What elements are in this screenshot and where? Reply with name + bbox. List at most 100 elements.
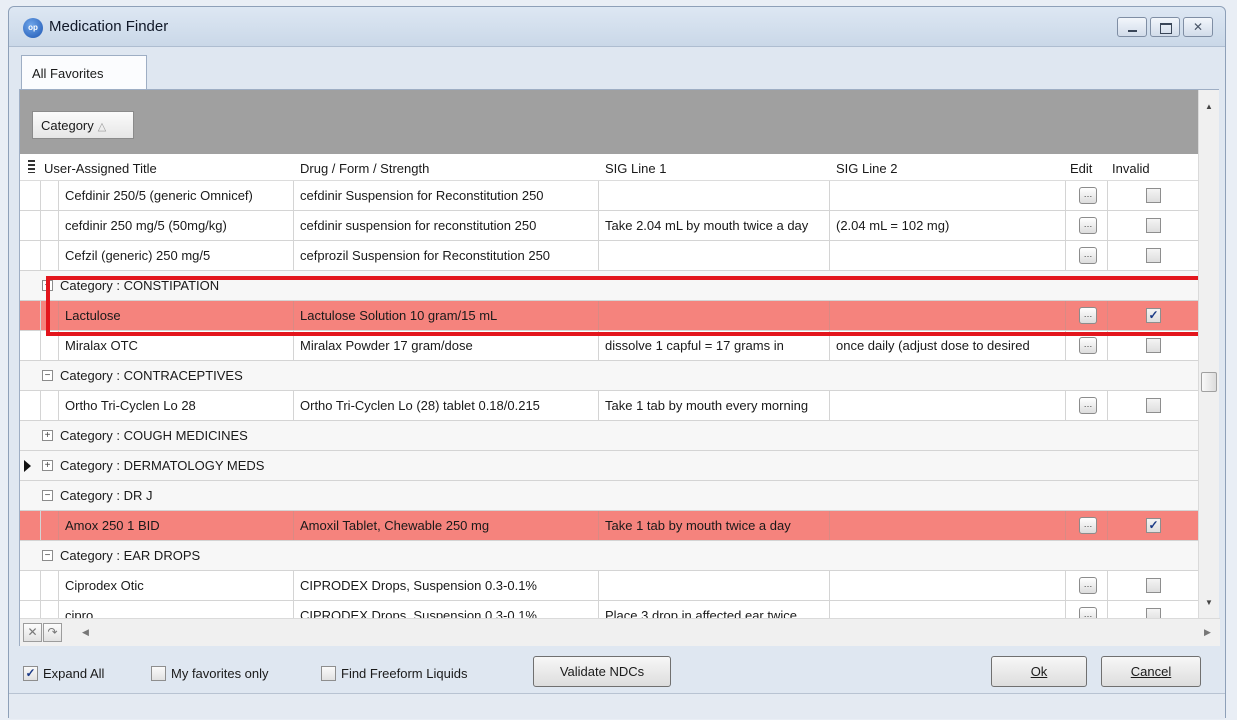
expand-group-icon[interactable]: + bbox=[42, 460, 53, 471]
my-favorites-only-check[interactable] bbox=[151, 665, 166, 681]
expand-all-checkbox[interactable]: ✓ Expand All bbox=[23, 663, 104, 683]
invalid-checkbox[interactable] bbox=[1146, 578, 1161, 593]
header-sig-line-1[interactable]: SIG Line 1 bbox=[605, 161, 666, 176]
collapse-group-icon[interactable]: − bbox=[42, 550, 53, 561]
header-invalid[interactable]: Invalid bbox=[1112, 161, 1150, 176]
invalid-checkbox[interactable] bbox=[1146, 248, 1161, 263]
sig-line-2-cell[interactable] bbox=[829, 571, 1065, 600]
cancel-button[interactable]: Cancel bbox=[1101, 656, 1201, 687]
ok-button[interactable]: Ok bbox=[991, 656, 1087, 687]
sig-line-2-cell[interactable] bbox=[829, 601, 1065, 618]
sig-line-1-cell[interactable] bbox=[598, 241, 829, 270]
expand-group-icon[interactable]: + bbox=[42, 430, 53, 441]
drug-cell[interactable]: CIPRODEX Drops, Suspension 0.3-0.1% bbox=[293, 571, 598, 600]
medication-row[interactable]: Ortho Tri-Cyclen Lo 28 Ortho Tri-Cyclen L… bbox=[20, 391, 1198, 421]
sig-line-2-cell[interactable]: once daily (adjust dose to desired bbox=[829, 331, 1065, 360]
invalid-checkbox[interactable] bbox=[1146, 218, 1161, 233]
header-user-assigned-title[interactable]: User-Assigned Title bbox=[44, 161, 157, 176]
title-cell[interactable]: cefdinir 250 mg/5 (50mg/kg) bbox=[58, 211, 293, 240]
sig-line-1-cell[interactable] bbox=[598, 181, 829, 210]
medication-row[interactable]: cefdinir 250 mg/5 (50mg/kg) cefdinir susp… bbox=[20, 211, 1198, 241]
sig-line-2-cell[interactable]: (2.04 mL = 102 mg) bbox=[829, 211, 1065, 240]
scroll-down-arrow-icon[interactable]: ▼ bbox=[1205, 598, 1213, 607]
title-cell[interactable]: cipro bbox=[58, 601, 293, 618]
vertical-scrollbar[interactable]: ▲ ▼ bbox=[1198, 90, 1219, 618]
column-chooser-icon[interactable] bbox=[28, 160, 35, 173]
drug-cell[interactable]: CIPRODEX Drops, Suspension 0.3-0.1% bbox=[293, 601, 598, 618]
title-cell[interactable]: Miralax OTC bbox=[58, 331, 293, 360]
title-cell[interactable]: Cefdinir 250/5 (generic Omnicef) bbox=[58, 181, 293, 210]
invalid-checkbox[interactable]: ✓ bbox=[1146, 308, 1161, 323]
title-cell[interactable]: Amox 250 1 BID bbox=[58, 511, 293, 540]
category-group-row[interactable]: − Category : CONTRACEPTIVES bbox=[20, 361, 1198, 391]
edit-ellipsis-button[interactable]: … bbox=[1079, 337, 1097, 354]
edit-ellipsis-button[interactable]: … bbox=[1079, 607, 1097, 618]
sig-line-2-cell[interactable] bbox=[829, 181, 1065, 210]
scroll-right-arrow-icon[interactable]: ▶ bbox=[1204, 627, 1211, 638]
header-edit[interactable]: Edit bbox=[1070, 161, 1092, 176]
invalid-checkbox[interactable] bbox=[1146, 398, 1161, 413]
sig-line-1-cell[interactable]: Place 3 drop in affected ear twice bbox=[598, 601, 829, 618]
title-cell[interactable]: Lactulose bbox=[58, 301, 293, 330]
medication-row[interactable]: Cefzil (generic) 250 mg/5 cefprozil Suspe… bbox=[20, 241, 1198, 271]
drug-cell[interactable]: cefdinir suspension for reconstitution 2… bbox=[293, 211, 598, 240]
sig-line-1-cell[interactable]: Take 2.04 mL by mouth twice a day bbox=[598, 211, 829, 240]
collapse-group-icon[interactable]: − bbox=[42, 280, 53, 291]
edit-ellipsis-button[interactable]: … bbox=[1079, 307, 1097, 324]
clear-filter-icon[interactable]: ✕ bbox=[23, 623, 42, 642]
drug-cell[interactable]: Miralax Powder 17 gram/dose bbox=[293, 331, 598, 360]
filter-builder-icon[interactable]: ↷ bbox=[43, 623, 62, 642]
edit-ellipsis-button[interactable]: … bbox=[1079, 577, 1097, 594]
category-group-row[interactable]: − Category : EAR DROPS bbox=[20, 541, 1198, 571]
medication-row[interactable]: Lactulose Lactulose Solution 10 gram/15 m… bbox=[20, 301, 1198, 331]
freeform-liquids-checkbox[interactable]: Find Freeform Liquids bbox=[321, 663, 467, 683]
collapse-group-icon[interactable]: − bbox=[42, 490, 53, 501]
sig-line-2-cell[interactable] bbox=[829, 511, 1065, 540]
medication-row[interactable]: cipro CIPRODEX Drops, Suspension 0.3-0.1%… bbox=[20, 601, 1198, 618]
sig-line-1-cell[interactable] bbox=[598, 571, 829, 600]
medication-row[interactable]: Miralax OTC Miralax Powder 17 gram/dose di… bbox=[20, 331, 1198, 361]
sig-line-1-cell[interactable]: Take 1 tab by mouth twice a day bbox=[598, 511, 829, 540]
title-cell[interactable]: Cefzil (generic) 250 mg/5 bbox=[58, 241, 293, 270]
category-group-row[interactable]: + Category : COUGH MEDICINES bbox=[20, 421, 1198, 451]
vertical-scroll-thumb[interactable] bbox=[1201, 372, 1217, 392]
category-group-row[interactable]: + Category : DERMATOLOGY MEDS bbox=[20, 451, 1198, 481]
edit-ellipsis-button[interactable]: … bbox=[1079, 217, 1097, 234]
sig-line-1-cell[interactable]: Take 1 tab by mouth every morning bbox=[598, 391, 829, 420]
edit-ellipsis-button[interactable]: … bbox=[1079, 187, 1097, 204]
category-group-row[interactable]: − Category : DR J bbox=[20, 481, 1198, 511]
category-group-row[interactable]: − Category : CONSTIPATION bbox=[20, 271, 1198, 301]
maximize-button[interactable] bbox=[1150, 17, 1180, 37]
invalid-checkbox[interactable] bbox=[1146, 338, 1161, 353]
minimize-button[interactable] bbox=[1117, 17, 1147, 37]
tab-all-favorites[interactable]: All Favorites bbox=[21, 55, 147, 89]
sig-line-2-cell[interactable] bbox=[829, 241, 1065, 270]
freeform-liquids-check[interactable] bbox=[321, 665, 336, 681]
title-cell[interactable]: Ortho Tri-Cyclen Lo 28 bbox=[58, 391, 293, 420]
expand-all-check[interactable]: ✓ bbox=[23, 665, 38, 681]
validate-ndcs-button[interactable]: Validate NDCs bbox=[533, 656, 671, 687]
header-sig-line-2[interactable]: SIG Line 2 bbox=[836, 161, 897, 176]
edit-ellipsis-button[interactable]: … bbox=[1079, 397, 1097, 414]
medication-row[interactable]: Amox 250 1 BID Amoxil Tablet, Chewable 25… bbox=[20, 511, 1198, 541]
medication-row[interactable]: Cefdinir 250/5 (generic Omnicef) cefdinir… bbox=[20, 181, 1198, 211]
scroll-up-arrow-icon[interactable]: ▲ bbox=[1205, 102, 1213, 111]
title-cell[interactable]: Ciprodex Otic bbox=[58, 571, 293, 600]
medication-row[interactable]: Ciprodex Otic CIPRODEX Drops, Suspension … bbox=[20, 571, 1198, 601]
close-button[interactable]: ✕ bbox=[1183, 17, 1213, 37]
header-drug-form-strength[interactable]: Drug / Form / Strength bbox=[300, 161, 429, 176]
my-favorites-only-checkbox[interactable]: My favorites only bbox=[151, 663, 269, 683]
drug-cell[interactable]: cefdinir Suspension for Reconstitution 2… bbox=[293, 181, 598, 210]
edit-ellipsis-button[interactable]: … bbox=[1079, 247, 1097, 264]
sig-line-1-cell[interactable]: dissolve 1 capful = 17 grams in bbox=[598, 331, 829, 360]
drug-cell[interactable]: Amoxil Tablet, Chewable 250 mg bbox=[293, 511, 598, 540]
group-chip-category[interactable]: Category △ bbox=[32, 111, 134, 139]
invalid-checkbox[interactable]: ✓ bbox=[1146, 518, 1161, 533]
edit-ellipsis-button[interactable]: … bbox=[1079, 517, 1097, 534]
invalid-checkbox[interactable] bbox=[1146, 608, 1161, 618]
sig-line-2-cell[interactable] bbox=[829, 301, 1065, 330]
collapse-group-icon[interactable]: − bbox=[42, 370, 53, 381]
drug-cell[interactable]: cefprozil Suspension for Reconstitution … bbox=[293, 241, 598, 270]
scroll-left-arrow-icon[interactable]: ◀ bbox=[82, 627, 89, 638]
sig-line-1-cell[interactable] bbox=[598, 301, 829, 330]
